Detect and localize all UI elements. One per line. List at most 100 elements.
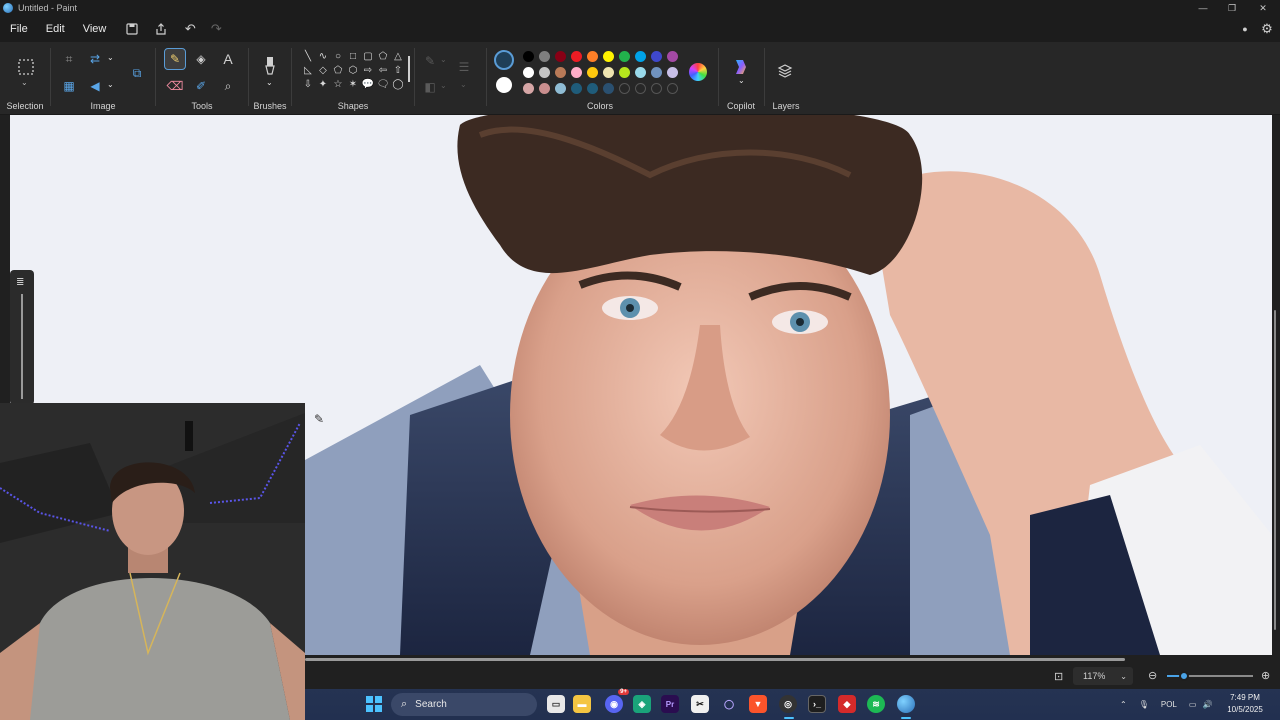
shape-item[interactable]: ◇ [317, 64, 329, 76]
shape-item[interactable]: ∿ [317, 50, 329, 62]
zoom-in-icon[interactable]: ⊕ [1261, 669, 1270, 682]
discord-button[interactable]: ◉ 9+ [605, 689, 629, 713]
start-button[interactable] [365, 695, 383, 713]
color-swatch[interactable] [571, 83, 582, 94]
color-swatch[interactable] [587, 67, 598, 78]
color-swatch[interactable] [523, 83, 534, 94]
taskbar-search[interactable]: ⌕ Search [391, 693, 537, 716]
text-button[interactable]: A [217, 48, 239, 70]
crop-button[interactable]: ⌗ [58, 48, 80, 70]
color-swatch[interactable] [619, 51, 630, 62]
pencil-button[interactable]: ✎ [164, 48, 186, 70]
fill-button[interactable]: ◈ [190, 48, 212, 70]
color-swatch[interactable] [587, 51, 598, 62]
magnifier-button[interactable]: ⌕ [217, 75, 239, 97]
outline-button[interactable]: ✎ [419, 50, 441, 72]
color-swatch[interactable] [539, 51, 550, 62]
clock[interactable]: 7:49 PM 10/5/2025 [1220, 692, 1270, 716]
shapes-scrollbar[interactable] [408, 56, 410, 82]
share-button[interactable] [150, 18, 172, 40]
maximize-button[interactable]: ❐ [1215, 0, 1249, 16]
color-swatch[interactable] [603, 67, 614, 78]
copilot-button[interactable] [730, 56, 752, 78]
microphone-icon[interactable]: 🎙 [1139, 700, 1149, 709]
obs-button[interactable]: ◎ [779, 695, 797, 713]
secondary-color[interactable] [496, 77, 512, 93]
task-view-button[interactable]: ▭ [547, 695, 565, 713]
horizontal-scrollbar[interactable] [305, 655, 1280, 663]
custom-color-slot[interactable] [619, 83, 630, 94]
color-swatch[interactable] [603, 83, 614, 94]
shape-item[interactable]: ⬡ [347, 64, 359, 76]
color-swatch[interactable] [603, 51, 614, 62]
color-swatch[interactable] [523, 51, 534, 62]
color-swatch[interactable] [587, 83, 598, 94]
select-button[interactable] [14, 55, 38, 79]
shape-item[interactable]: ✦ [317, 78, 329, 90]
monitor-icon[interactable]: ▭ [1189, 700, 1197, 709]
app-button[interactable]: ◈ [633, 695, 651, 713]
color-swatch[interactable] [651, 51, 662, 62]
shape-item[interactable]: ◯ [392, 78, 404, 90]
color-swatch[interactable] [667, 51, 678, 62]
capcut-button[interactable]: ✂ [691, 695, 709, 713]
color-picker-button[interactable]: ✐ [190, 75, 212, 97]
lens-button[interactable]: ◯ [720, 695, 738, 713]
custom-color-slot[interactable] [635, 83, 646, 94]
shape-item[interactable]: 💬 [362, 78, 374, 90]
shape-item[interactable]: ⇧ [392, 64, 404, 76]
shape-item[interactable]: □ [347, 50, 359, 62]
background-removal-button[interactable]: ▦ [58, 75, 80, 97]
color-swatch[interactable] [635, 67, 646, 78]
flip-button[interactable]: ◀ [84, 75, 106, 97]
undo-button[interactable]: ↶ [179, 18, 201, 40]
edit-colors-button[interactable] [689, 63, 707, 81]
shape-item[interactable]: ✶ [347, 78, 359, 90]
menu-file[interactable]: File [1, 23, 37, 35]
brushes-button[interactable] [258, 54, 282, 78]
shape-item[interactable]: ⇨ [362, 64, 374, 76]
zoom-out-icon[interactable]: ⊖ [1148, 669, 1157, 682]
color-swatch[interactable] [523, 67, 534, 78]
terminal-button[interactable]: ›_ [808, 695, 826, 713]
shape-item[interactable]: ◺ [302, 64, 314, 76]
color-swatch[interactable] [539, 83, 550, 94]
custom-color-slot[interactable] [651, 83, 662, 94]
custom-color-slot[interactable] [667, 83, 678, 94]
shape-item[interactable]: ⇦ [377, 64, 389, 76]
slider-track[interactable] [21, 294, 23, 399]
shape-item[interactable]: ╲ [302, 50, 314, 62]
color-swatch[interactable] [539, 67, 550, 78]
menu-edit[interactable]: Edit [37, 23, 74, 35]
vertical-scrollbar[interactable] [1272, 115, 1278, 655]
zoom-dropdown[interactable]: 117% ⌄ [1073, 667, 1133, 685]
shape-item[interactable]: ☆ [332, 78, 344, 90]
language-indicator[interactable]: POL [1161, 700, 1177, 709]
zoom-slider[interactable] [1167, 671, 1253, 681]
brush-size-slider[interactable]: ≣ [10, 270, 34, 405]
vertical-scrollbar-thumb[interactable] [1274, 310, 1276, 630]
image-edit-button[interactable]: ⧉ [125, 61, 149, 85]
shape-item[interactable]: △ [392, 50, 404, 62]
shape-item[interactable]: ⬠ [332, 64, 344, 76]
shape-item[interactable]: ⇩ [302, 78, 314, 90]
resize-button[interactable]: ⇄ [84, 48, 106, 70]
color-swatch[interactable] [555, 51, 566, 62]
color-swatch[interactable] [635, 51, 646, 62]
color-swatch[interactable] [667, 67, 678, 78]
shape-item[interactable]: ⬠ [377, 50, 389, 62]
color-swatch[interactable] [651, 67, 662, 78]
zoom-slider-thumb[interactable] [1179, 671, 1189, 681]
size-button[interactable]: ☰ [453, 56, 475, 78]
color-swatch[interactable] [555, 67, 566, 78]
redo-button[interactable]: ↷ [205, 18, 227, 40]
horizontal-scrollbar-thumb[interactable] [305, 658, 1125, 661]
spotify-button[interactable]: ≋ [867, 695, 885, 713]
color-swatch[interactable] [555, 83, 566, 94]
shape-item[interactable]: ○ [332, 50, 344, 62]
volume-icon[interactable]: 🔊 [1202, 700, 1212, 709]
brave-button[interactable]: ▼ [749, 695, 767, 713]
premiere-button[interactable]: Pr [661, 695, 679, 713]
save-button[interactable] [121, 18, 143, 40]
close-button[interactable]: ✕ [1246, 0, 1280, 16]
